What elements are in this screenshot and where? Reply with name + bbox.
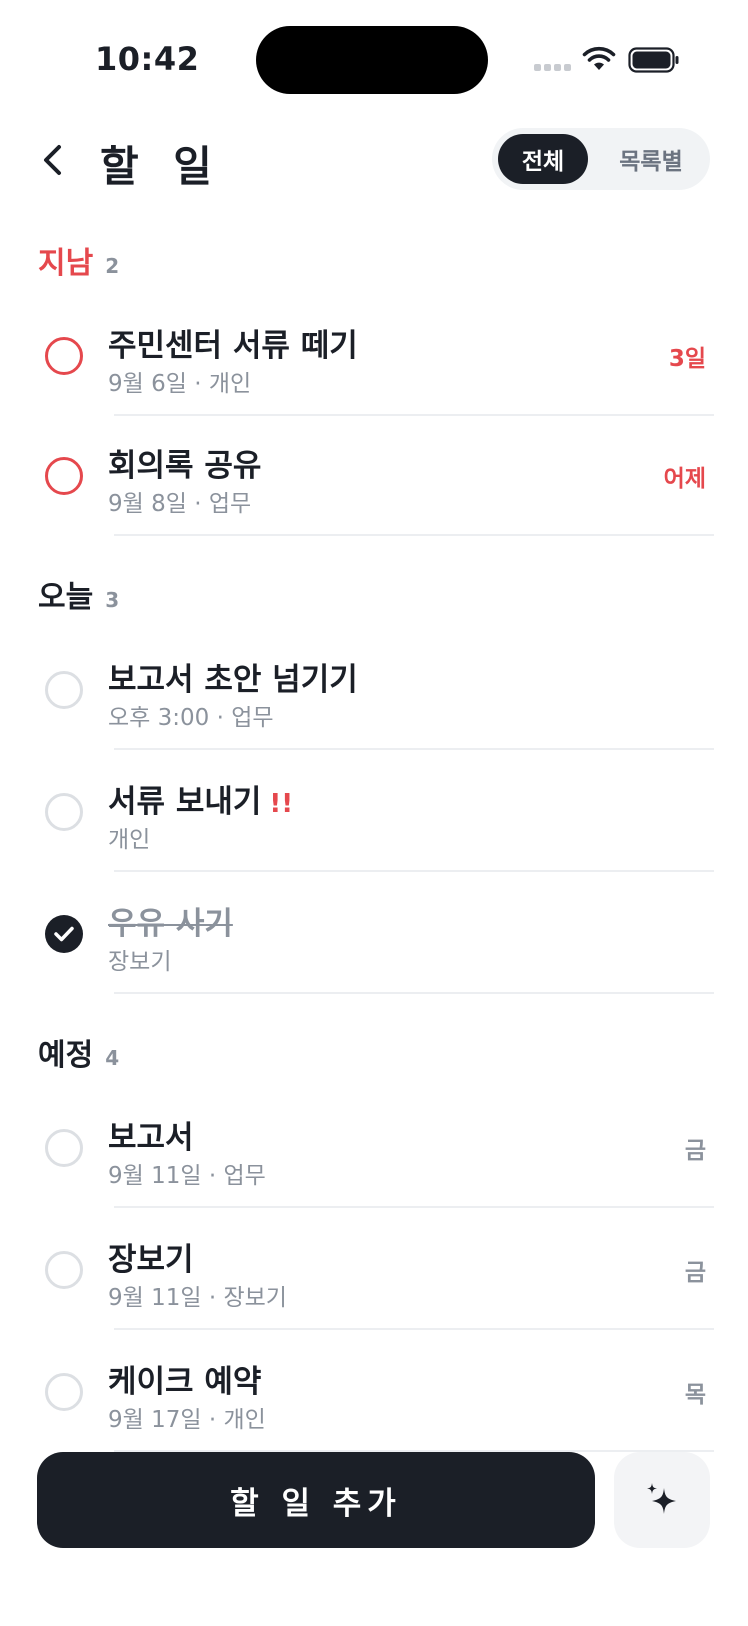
task-overdue-label: 어제 <box>663 466 706 492</box>
task-title: 장보기 <box>108 1242 194 1278</box>
add-task-button[interactable]: 할 일 추가 <box>37 1452 595 1548</box>
priority-marker: !! <box>269 789 294 819</box>
battery-icon <box>628 47 679 73</box>
task-row[interactable]: 보고서 초안 넘기기 오후 3:00 · 업무 <box>0 630 748 750</box>
section-count: 3 <box>105 588 120 612</box>
task-row[interactable]: 회의록 공유 9월 8일 · 업무 어제 <box>0 416 748 536</box>
task-checkbox[interactable] <box>45 1373 83 1411</box>
task-title: 회의록 공유 <box>108 448 262 484</box>
section-upcoming-header: 예정 4 <box>38 1030 119 1074</box>
section-count: 2 <box>105 254 120 278</box>
task-meta: 장보기 <box>108 949 172 975</box>
task-meta: 9월 6일 · 개인 <box>108 371 252 397</box>
task-row[interactable]: 케이크 예약 9월 17일 · 개인 목 <box>0 1332 748 1452</box>
task-checkbox[interactable] <box>45 1251 83 1289</box>
task-checkbox-checked[interactable] <box>45 915 83 953</box>
wifi-icon <box>582 46 616 70</box>
section-today-header: 오늘 3 <box>38 572 119 616</box>
task-meta: 개인 <box>108 827 151 853</box>
task-row[interactable]: 장보기 9월 11일 · 장보기 금 <box>0 1210 748 1330</box>
status-bar: 10:42 <box>0 0 748 120</box>
task-row[interactable]: 우유 사기 장보기 <box>0 874 748 994</box>
task-title: 주민센터 서류 떼기 <box>108 328 358 364</box>
task-title-wrap: 서류 보내기!! <box>108 776 293 821</box>
dynamic-island <box>256 26 488 94</box>
back-button[interactable] <box>30 138 74 182</box>
section-count: 4 <box>105 1046 120 1070</box>
task-meta: 9월 11일 · 장보기 <box>108 1285 287 1311</box>
task-day-label: 금 <box>684 1138 706 1164</box>
divider <box>114 748 714 750</box>
segment-all[interactable]: 전체 <box>498 134 588 184</box>
view-segmented-control: 전체 목록별 <box>492 128 710 190</box>
task-title: 보고서 <box>108 1120 194 1156</box>
task-checkbox[interactable] <box>45 337 83 375</box>
task-checkbox[interactable] <box>45 1129 83 1167</box>
segment-by-list[interactable]: 목록별 <box>596 134 706 184</box>
task-meta: 오후 3:00 · 업무 <box>108 705 274 731</box>
status-time: 10:42 <box>95 40 200 78</box>
task-checkbox[interactable] <box>45 671 83 709</box>
ai-assist-button[interactable] <box>614 1452 710 1548</box>
section-title: 예정 <box>38 1038 94 1073</box>
cellular-signal-icon <box>534 64 571 71</box>
section-title: 지남 <box>38 246 94 281</box>
task-title: 케이크 예약 <box>108 1364 262 1400</box>
task-checkbox[interactable] <box>45 793 83 831</box>
task-title: 보고서 초안 넘기기 <box>108 662 358 698</box>
divider <box>114 534 714 536</box>
chevron-left-icon <box>44 145 61 175</box>
task-checkbox[interactable] <box>45 457 83 495</box>
task-meta: 9월 17일 · 개인 <box>108 1407 266 1433</box>
task-row[interactable]: 주민센터 서류 떼기 9월 6일 · 개인 3일 <box>0 296 748 416</box>
task-row[interactable]: 서류 보내기!! 개인 <box>0 752 748 872</box>
task-meta: 9월 8일 · 업무 <box>108 491 252 517</box>
divider <box>114 1206 714 1208</box>
divider <box>114 992 714 994</box>
sparkles-icon <box>647 1483 676 1514</box>
task-day-label: 금 <box>684 1260 706 1286</box>
task-overdue-label: 3일 <box>668 346 706 372</box>
task-meta: 9월 11일 · 업무 <box>108 1163 266 1189</box>
checkmark-icon <box>54 926 74 942</box>
task-day-label: 목 <box>684 1382 706 1408</box>
task-row[interactable]: 보고서 9월 11일 · 업무 금 <box>0 1088 748 1208</box>
task-title: 우유 사기 <box>108 906 233 942</box>
divider <box>114 1328 714 1330</box>
page-title: 할 일 <box>100 142 222 191</box>
section-overdue-header: 지남 2 <box>38 238 119 282</box>
divider <box>114 870 714 872</box>
task-title: 서류 보내기 <box>108 784 262 820</box>
section-title: 오늘 <box>38 580 94 615</box>
